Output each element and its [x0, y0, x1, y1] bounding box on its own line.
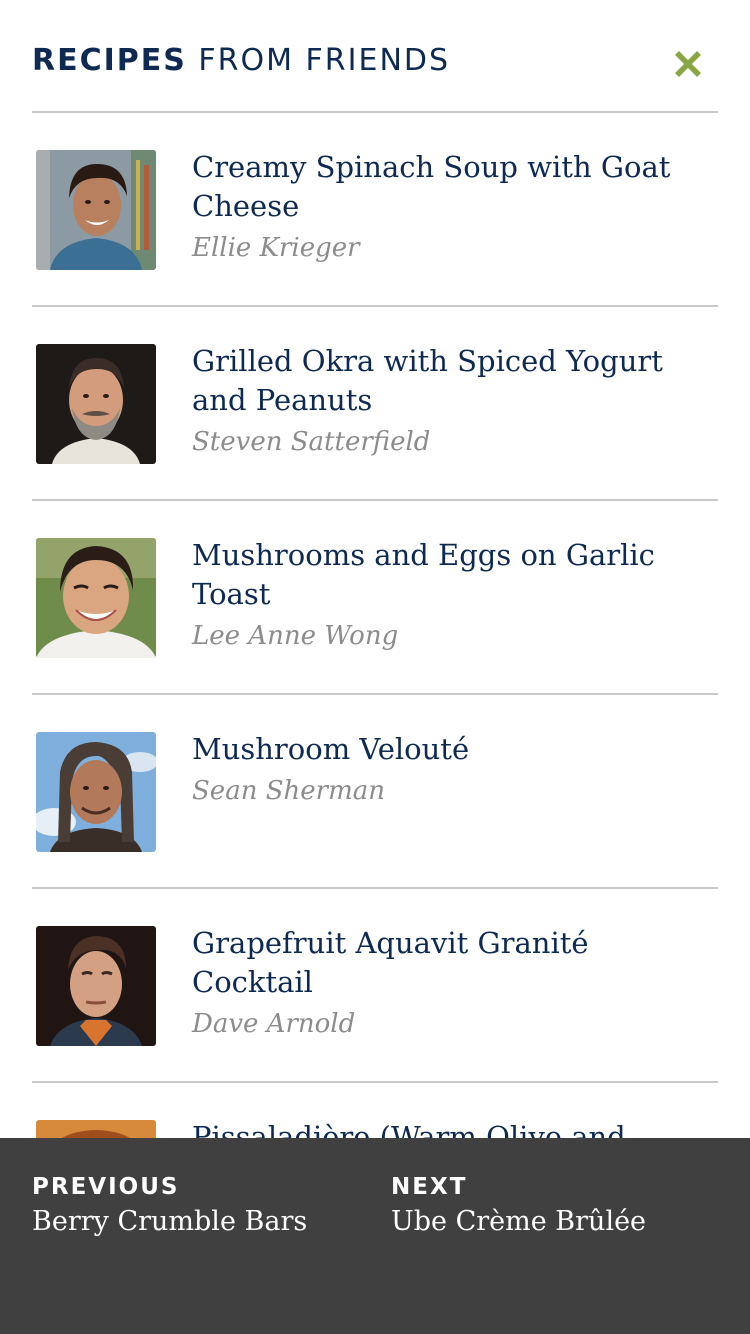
previous-label: PREVIOUS — [32, 1174, 180, 1200]
recipe-title: Mushroom Velouté — [192, 732, 470, 766]
recipe-item[interactable]: Mushrooms and Eggs on Garlic Toast Lee A… — [32, 501, 718, 695]
previous-title: Berry Crumble Bars — [32, 1206, 308, 1237]
next-recipe-link[interactable]: NEXT Ube Crème Brûlée — [391, 1173, 646, 1239]
recipe-author: Ellie Krieger — [192, 233, 360, 263]
recipe-item[interactable]: Grapefruit Aquavit Granité Cocktail Dave… — [32, 889, 718, 1083]
avatar — [36, 538, 156, 658]
page-title-rest: FROM FRIENDS — [198, 43, 451, 78]
recipe-author: Steven Satterfield — [192, 427, 431, 457]
recipe-author: Dave Arnold — [192, 1009, 356, 1039]
prev-next-footer: PREVIOUS Berry Crumble Bars NEXT Ube Crè… — [0, 1138, 750, 1334]
recipe-text: Mushroom Velouté Sean Sherman — [192, 730, 712, 808]
recipe-text: Creamy Spinach Soup with Goat Cheese Ell… — [192, 148, 712, 265]
recipe-title: Grilled Okra with Spiced Yogurt and Pean… — [192, 344, 663, 417]
previous-recipe-link[interactable]: PREVIOUS Berry Crumble Bars — [32, 1173, 307, 1239]
avatar — [36, 150, 156, 270]
recipe-text: Grapefruit Aquavit Granité Cocktail Dave… — [192, 924, 712, 1041]
header: RECIPES FROM FRIENDS — [32, 0, 718, 113]
recipe-text: Grilled Okra with Spiced Yogurt and Pean… — [192, 342, 712, 459]
recipe-title: Grapefruit Aquavit Granité Cocktail — [192, 926, 589, 999]
recipes-from-friends-screen: RECIPES FROM FRIENDS Creamy Spinach Soup… — [0, 0, 750, 1334]
next-title: Ube Crème Brûlée — [391, 1206, 647, 1237]
avatar — [36, 344, 156, 464]
close-x-icon — [675, 51, 701, 77]
avatar — [36, 732, 156, 852]
recipe-title: Mushrooms and Eggs on Garlic Toast — [192, 538, 655, 611]
page-title-bold: RECIPES — [32, 43, 187, 78]
recipe-item[interactable]: Mushroom Velouté Sean Sherman — [32, 695, 718, 889]
next-label: NEXT — [391, 1174, 468, 1200]
recipe-list: Creamy Spinach Soup with Goat Cheese Ell… — [32, 113, 718, 1277]
recipe-author: Sean Sherman — [192, 776, 385, 806]
recipe-text: Mushrooms and Eggs on Garlic Toast Lee A… — [192, 536, 712, 653]
recipe-item[interactable]: Grilled Okra with Spiced Yogurt and Pean… — [32, 307, 718, 501]
recipe-title: Creamy Spinach Soup with Goat Cheese — [192, 150, 671, 223]
page-title: RECIPES FROM FRIENDS — [32, 43, 450, 79]
avatar — [36, 926, 156, 1046]
recipe-item[interactable]: Creamy Spinach Soup with Goat Cheese Ell… — [32, 113, 718, 307]
recipe-author: Lee Anne Wong — [192, 621, 399, 651]
close-button[interactable] — [672, 48, 704, 80]
